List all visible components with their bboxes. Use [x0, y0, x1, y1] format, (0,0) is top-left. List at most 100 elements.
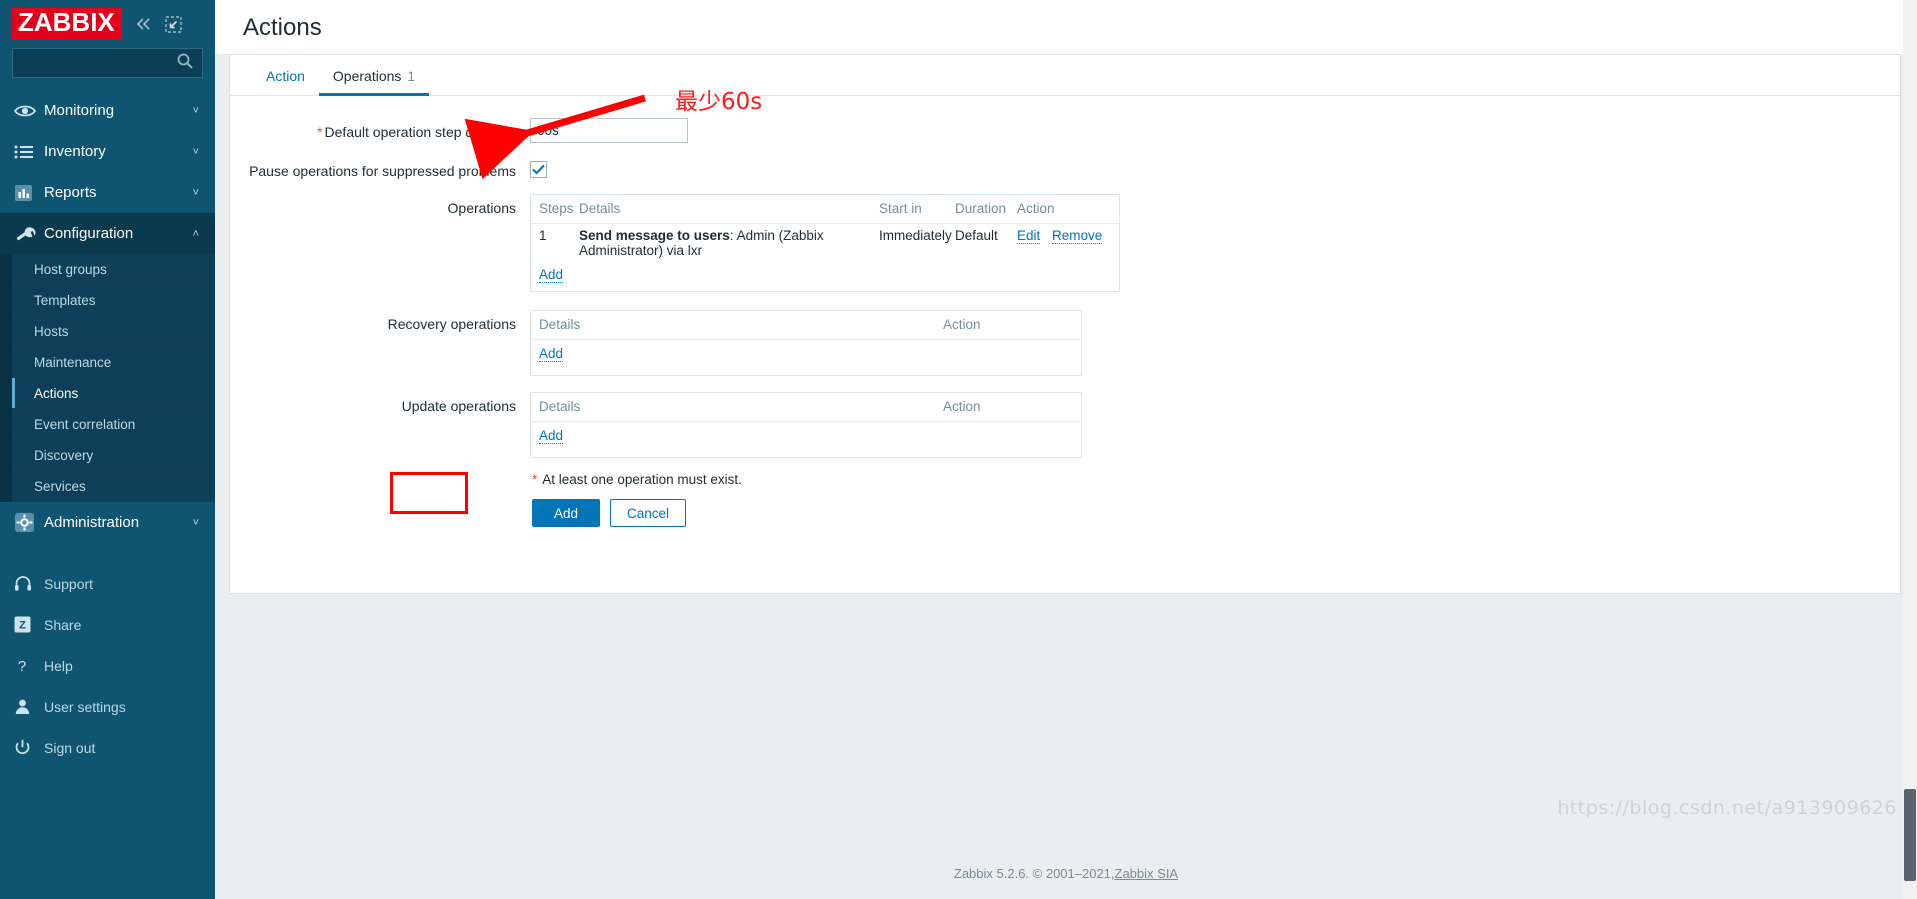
tab-action[interactable]: Action — [252, 55, 319, 95]
page-header: Actions — [215, 0, 1917, 54]
chevron-double-left-icon[interactable] — [134, 16, 154, 32]
question-mark-icon: ? — [14, 657, 44, 675]
sidebar-item-user-settings[interactable]: User settings — [0, 686, 215, 727]
sidebar-item-support[interactable]: Support — [0, 563, 215, 604]
add-update-operation-link[interactable]: Add — [539, 428, 564, 445]
zabbix-sia-link[interactable]: Zabbix SIA — [1115, 866, 1179, 881]
configuration-submenu: Host groups Templates Hosts Maintenance … — [0, 254, 215, 502]
sidebar-subitem-label: Templates — [34, 292, 96, 308]
sidebar-subitem-label: Services — [34, 478, 86, 494]
cell-start-in: Immediately — [879, 228, 952, 244]
add-recovery-operation-link[interactable]: Add — [539, 346, 564, 363]
cell-action: Edit Remove — [1017, 228, 1111, 245]
column-header-action: Action — [1017, 201, 1055, 217]
edit-link[interactable]: Edit — [1017, 228, 1041, 245]
form-note: * At least one operation must exist. — [532, 472, 1900, 487]
cell-steps: 1 — [539, 228, 547, 244]
sidebar-item-administration[interactable]: Administration ˅ — [0, 502, 215, 543]
sidebar-item-reports[interactable]: Reports ˅ — [0, 172, 215, 213]
column-header-duration: Duration — [955, 201, 1007, 217]
tab-bar: Action Operations 1 — [230, 55, 1900, 96]
sidebar-item-configuration[interactable]: Configuration ˄ — [0, 213, 215, 254]
sidebar-item-inventory[interactable]: Inventory ˅ — [0, 131, 215, 172]
gear-icon — [14, 512, 44, 533]
tab-operations[interactable]: Operations 1 — [318, 55, 429, 96]
tab-label: Operations — [332, 68, 402, 84]
sidebar-item-label: Support — [44, 575, 94, 592]
scrollbar-thumb[interactable] — [1904, 789, 1916, 881]
field-row-pause: Pause operations for suppressed problems — [230, 157, 1900, 180]
sidebar-item-sign-out[interactable]: Sign out — [0, 727, 215, 768]
footer-text: Zabbix 5.2.6. © 2001–2021, — [953, 865, 1115, 881]
sidebar-subitem-label: Hosts — [34, 323, 69, 339]
sidebar-item-label: User settings — [44, 698, 126, 715]
sidebar-item-label: Sign out — [44, 739, 96, 756]
svg-text:?: ? — [18, 658, 26, 675]
list-icon — [14, 144, 44, 160]
sidebar-subitem-event-correlation[interactable]: Event correlation — [12, 409, 215, 440]
duration-input[interactable] — [530, 118, 688, 143]
wrench-icon — [14, 224, 44, 244]
sidebar-header-icons — [134, 15, 182, 33]
page-title: Actions — [243, 14, 322, 41]
update-operations-label: Update operations — [401, 398, 516, 415]
column-header-steps: Steps — [539, 201, 574, 217]
sidebar-subitem-actions[interactable]: Actions — [12, 378, 215, 409]
scrollbar-track[interactable] — [1903, 0, 1917, 899]
headset-icon — [14, 575, 44, 593]
expand-view-icon[interactable] — [165, 15, 182, 33]
sidebar-item-help[interactable]: ? Help — [0, 645, 215, 686]
update-operations-table: Details Action Add — [530, 392, 1082, 459]
search-box[interactable] — [0, 48, 203, 78]
pause-checkbox[interactable] — [530, 161, 547, 178]
column-header-details: Details — [539, 399, 581, 415]
sidebar-subitem-maintenance[interactable]: Maintenance — [12, 347, 215, 378]
add-button[interactable]: Add — [532, 499, 600, 528]
search-icon[interactable] — [176, 52, 194, 75]
sidebar-item-label: Inventory — [44, 143, 106, 160]
duration-label-text: Default operation step duration — [324, 124, 516, 140]
sidebar-item-monitoring[interactable]: Monitoring ˅ — [0, 90, 215, 131]
sidebar-item-label: Help — [44, 657, 73, 674]
column-header-action: Action — [943, 317, 981, 333]
cancel-button[interactable]: Cancel — [610, 499, 687, 528]
remove-link[interactable]: Remove — [1052, 228, 1103, 245]
app-root: ZABBIX Monitoring ˅ Inventory ˅ Reports … — [0, 0, 1917, 899]
recovery-table-header: Details Action — [531, 311, 1081, 341]
sidebar-subitem-hosts[interactable]: Hosts — [12, 316, 215, 347]
zabbix-share-icon: Z — [14, 616, 44, 633]
sidebar-subitem-templates[interactable]: Templates — [12, 285, 215, 316]
content-area: Action Operations 1 * Default operation st… — [215, 54, 1917, 847]
sidebar-item-label: Share — [44, 616, 82, 633]
sidebar-item-label: Administration — [44, 514, 140, 531]
field-row-update-operations: Update operations Details Action Add — [230, 392, 1900, 459]
sidebar-subitem-label: Maintenance — [34, 354, 112, 370]
eye-icon — [14, 103, 44, 119]
sidebar-subitem-host-groups[interactable]: Host groups — [12, 254, 215, 285]
update-add-row: Add — [531, 422, 1081, 457]
chevron-up-icon: ˄ — [192, 227, 199, 240]
cell-details: Send message to users: Admin (Zabbix Adm… — [579, 228, 879, 258]
operations-table-header: Steps Details Start in Duration Action — [531, 195, 1119, 225]
operations-add-row: Add — [531, 263, 1119, 291]
cell-duration: Default — [955, 228, 998, 244]
search-input[interactable] — [0, 54, 176, 72]
sidebar-subitem-label: Discovery — [34, 447, 94, 463]
column-header-details: Details — [579, 201, 621, 217]
sidebar-item-share[interactable]: Z Share — [0, 604, 215, 645]
tab-count-badge: 1 — [407, 69, 415, 84]
svg-text:Z: Z — [19, 620, 26, 632]
sidebar-subitem-discovery[interactable]: Discovery — [12, 440, 215, 471]
chevron-down-icon: ˅ — [192, 516, 199, 529]
cell-details-bold: Send message to users — [579, 228, 730, 244]
pause-label: Pause operations for suppressed problems — [249, 163, 516, 179]
power-icon — [14, 739, 44, 756]
add-operation-link[interactable]: Add — [539, 267, 564, 284]
chevron-down-icon: ˅ — [192, 186, 199, 199]
sidebar-subitem-services[interactable]: Services — [12, 471, 215, 502]
page-footer: Zabbix 5.2.6. © 2001–2021, Zabbix SIA — [215, 847, 1917, 899]
chevron-down-icon: ˅ — [192, 145, 199, 158]
operations-label: Operations — [447, 200, 516, 217]
column-header-details: Details — [539, 317, 581, 333]
